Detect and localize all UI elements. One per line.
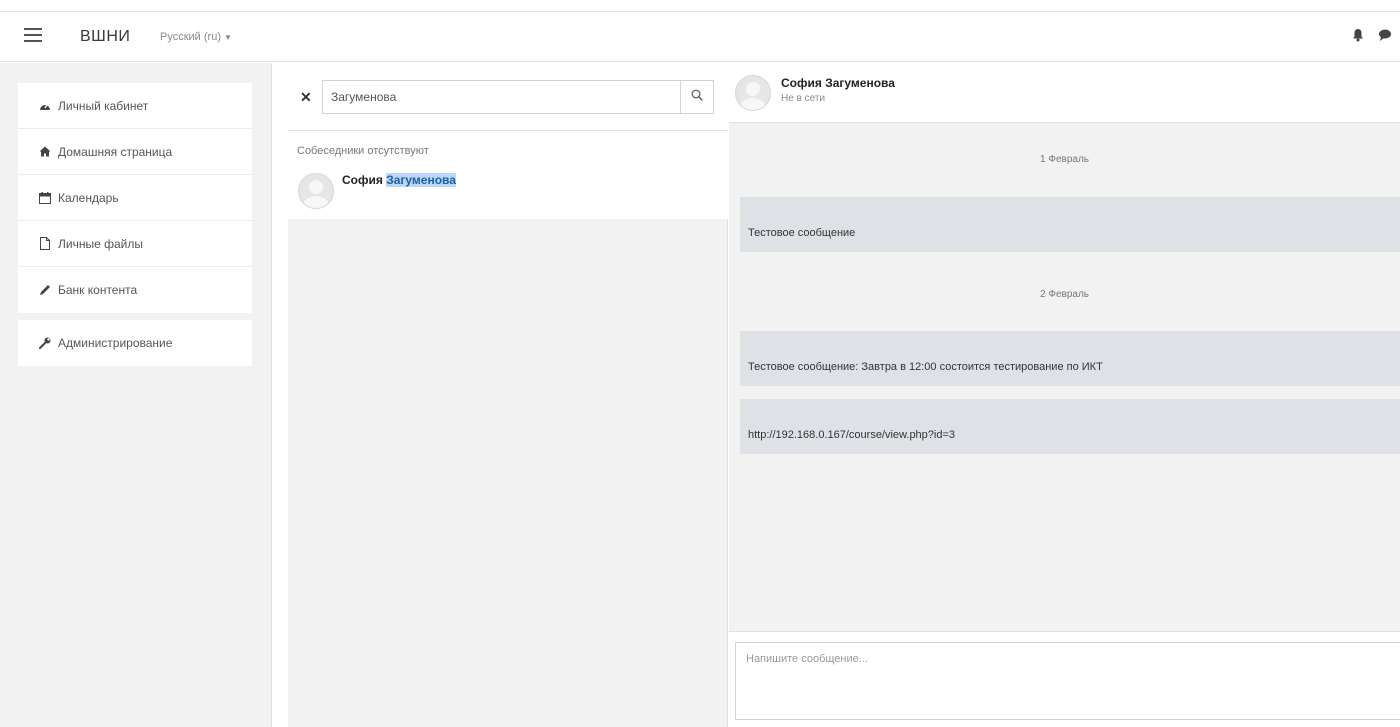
language-selector[interactable]: Русский (ru) ▼ bbox=[160, 31, 232, 43]
drawer-main-group: Личный кабинет Домашняя страница Календа… bbox=[18, 83, 252, 313]
caret-down-icon: ▼ bbox=[223, 33, 232, 42]
message-bubble: Тестовое сообщение bbox=[740, 197, 1400, 252]
message-link[interactable]: http://192.168.0.167/course/view.php?id=… bbox=[748, 429, 955, 441]
drawer-admin-group: Администрирование bbox=[18, 320, 252, 366]
message-input[interactable] bbox=[735, 642, 1400, 720]
dashboard-icon bbox=[38, 99, 52, 113]
search-button[interactable] bbox=[680, 80, 714, 114]
drawer-item-label: Домашняя страница bbox=[58, 144, 173, 159]
conversation-panel: София Загуменова Не в сети 1 Февраль Тес… bbox=[729, 63, 1400, 727]
search-bar: ✕ bbox=[288, 63, 728, 131]
avatar bbox=[735, 75, 771, 111]
language-label: Русский (ru) bbox=[160, 31, 221, 43]
contacts-panel: ✕ Собеседники отсутствуют София Загумено… bbox=[288, 63, 728, 727]
message-bubble: Тестовое сообщение: Завтра в 12:00 состо… bbox=[740, 331, 1400, 386]
contact-name: София Загуменова bbox=[342, 173, 456, 187]
drawer-item-calendar[interactable]: Календарь bbox=[18, 175, 252, 221]
nav-drawer: Личный кабинет Домашняя страница Календа… bbox=[0, 63, 272, 727]
message-composer bbox=[729, 631, 1400, 727]
drawer-item-private-files[interactable]: Личные файлы bbox=[18, 221, 252, 267]
day-separator: 1 Февраль bbox=[1040, 154, 1089, 165]
conversation-header[interactable]: София Загуменова Не в сети bbox=[729, 63, 1400, 123]
calendar-icon bbox=[38, 191, 52, 205]
no-contacts-text: Собеседники отсутствуют bbox=[297, 145, 429, 157]
search-results: Собеседники отсутствуют София Загуменова bbox=[288, 131, 728, 219]
navbar-icons bbox=[1352, 28, 1392, 45]
pencil-icon bbox=[38, 283, 52, 297]
home-icon bbox=[38, 145, 52, 159]
drawer-item-administration[interactable]: Администрирование bbox=[18, 320, 252, 366]
drawer-item-label: Личные файлы bbox=[58, 236, 143, 251]
navbar: ВШНИ Русский (ru) ▼ bbox=[0, 12, 1400, 62]
search-input[interactable] bbox=[322, 80, 680, 114]
hamburger-menu-icon[interactable] bbox=[24, 28, 42, 44]
bell-icon[interactable] bbox=[1352, 28, 1364, 45]
drawer-item-dashboard[interactable]: Личный кабинет bbox=[18, 83, 252, 129]
conversation-contact-name: София Загуменова bbox=[781, 76, 895, 90]
drawer-item-label: Администрирование bbox=[58, 336, 173, 350]
file-icon bbox=[38, 237, 52, 251]
message-text: Тестовое сообщение bbox=[748, 227, 856, 239]
drawer-item-home[interactable]: Домашняя страница bbox=[18, 129, 252, 175]
site-brand[interactable]: ВШНИ bbox=[80, 28, 130, 46]
search-icon bbox=[691, 88, 703, 106]
contact-result-row[interactable]: София Загуменова bbox=[288, 167, 728, 211]
message-text: Тестовое сообщение: Завтра в 12:00 состо… bbox=[748, 361, 1103, 373]
comment-icon[interactable] bbox=[1378, 28, 1392, 45]
drawer-item-content-bank[interactable]: Банк контента bbox=[18, 267, 252, 313]
drawer-item-label: Банк контента bbox=[58, 283, 138, 297]
conversation-contact-status: Не в сети bbox=[781, 93, 826, 104]
contact-first-name: София bbox=[342, 173, 387, 187]
search-match-highlight: Загуменова bbox=[386, 173, 456, 187]
close-icon[interactable]: ✕ bbox=[300, 89, 312, 106]
drawer-item-label: Личный кабинет bbox=[58, 98, 149, 113]
message-bubble: http://192.168.0.167/course/view.php?id=… bbox=[740, 399, 1400, 454]
drawer-item-label: Календарь bbox=[58, 190, 119, 205]
avatar bbox=[298, 173, 334, 209]
day-separator: 2 Февраль bbox=[1040, 289, 1089, 300]
wrench-icon bbox=[38, 336, 52, 350]
top-strip bbox=[0, 0, 1400, 12]
